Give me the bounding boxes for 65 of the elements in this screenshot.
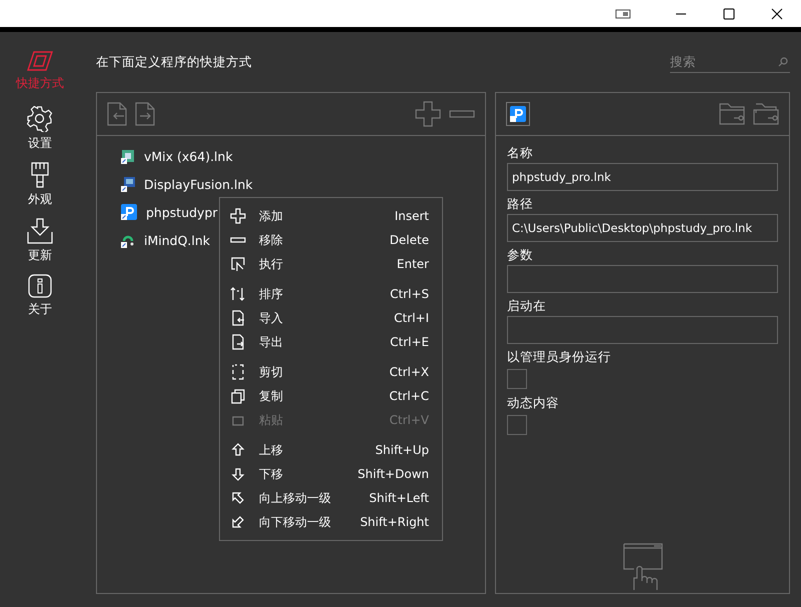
menu-item[interactable]: 移除 Delete	[220, 228, 442, 252]
menu-item[interactable]: 向下移动一级 Shift+Right	[220, 510, 442, 534]
menu-item[interactable]: 剪切 Ctrl+X	[220, 360, 442, 384]
arrow-down-icon	[230, 466, 246, 482]
menu-item[interactable]: 添加 Insert	[220, 204, 442, 228]
folder-icon[interactable]	[719, 103, 745, 125]
field-label: 动态内容	[507, 394, 559, 412]
page-title: 在下面定义程序的快捷方式	[96, 54, 252, 70]
settings-icon	[27, 106, 53, 132]
cut-icon	[230, 364, 246, 380]
maximize-icon	[723, 8, 735, 20]
sort-icon	[230, 286, 246, 302]
arrow-icon	[230, 514, 246, 530]
field-label: 参数	[507, 246, 533, 264]
text-field[interactable]: phpstudy_pro.lnk	[507, 163, 778, 191]
import-icon	[230, 310, 246, 326]
search-field[interactable]: 搜索	[670, 51, 790, 73]
window-pin-icon	[615, 8, 631, 18]
run-icon	[230, 256, 246, 272]
menu-item[interactable]: 导出 Ctrl+E	[220, 330, 442, 354]
menu-item[interactable]: 执行 Enter	[220, 252, 442, 276]
text-field[interactable]	[507, 316, 778, 344]
shortcut-item[interactable]: phpstudypr	[117, 198, 222, 226]
arrow-icon	[230, 490, 246, 506]
shortcut-item[interactable]: vMix (x64).lnk	[117, 142, 237, 170]
text-field[interactable]: C:\Users\Public\Desktop\phpstudy_pro.lnk	[507, 214, 778, 242]
copy-icon	[230, 388, 246, 404]
search-icon	[778, 57, 788, 67]
menu-item[interactable]: 导入 Ctrl+I	[220, 306, 442, 330]
text-field[interactable]	[507, 265, 778, 293]
remove-icon[interactable]	[449, 110, 475, 118]
field-label: 启动在	[507, 297, 546, 315]
menu-item[interactable]: 上移 Shift+Up	[220, 438, 442, 462]
field-label: 名称	[507, 144, 533, 162]
brush-icon	[30, 162, 50, 188]
app-icon	[121, 148, 135, 164]
field-label: 路径	[507, 195, 533, 213]
shortcut-item[interactable]: DisplayFusion.lnk	[117, 170, 257, 198]
sidebar-item[interactable]: 设置	[27, 106, 53, 156]
app-icon	[121, 204, 137, 220]
sidebar-item[interactable]: 关于	[28, 274, 52, 324]
menu-item[interactable]: 下移 Shift+Down	[220, 462, 442, 486]
sidebar-item[interactable]: 更新	[27, 218, 53, 268]
arrow-up-icon	[230, 442, 246, 458]
menu-item[interactable]: 复制 Ctrl+C	[220, 384, 442, 408]
shortcut-item[interactable]: iMindQ.lnk	[117, 226, 214, 254]
info-icon	[28, 274, 52, 298]
download-icon	[27, 218, 53, 244]
add-icon[interactable]	[415, 101, 441, 127]
add-icon	[230, 208, 246, 224]
export-icon	[230, 334, 246, 350]
close-icon	[771, 8, 783, 20]
sidebar-item[interactable]: 外观	[28, 162, 52, 212]
checkbox[interactable]	[507, 369, 527, 389]
export-icon[interactable]	[135, 102, 155, 126]
shortcut-icon	[27, 50, 53, 72]
field-label: 以管理员身份运行	[507, 348, 611, 366]
click-window-icon	[622, 543, 662, 591]
app-icon	[506, 102, 530, 126]
import-icon[interactable]	[107, 102, 127, 126]
app-icon	[121, 176, 135, 192]
menu-item[interactable]: 排序 Ctrl+S	[220, 282, 442, 306]
checkbox[interactable]	[507, 415, 527, 435]
folder-icon[interactable]	[753, 103, 779, 125]
menu-item[interactable]: 向上移动一级 Shift+Left	[220, 486, 442, 510]
